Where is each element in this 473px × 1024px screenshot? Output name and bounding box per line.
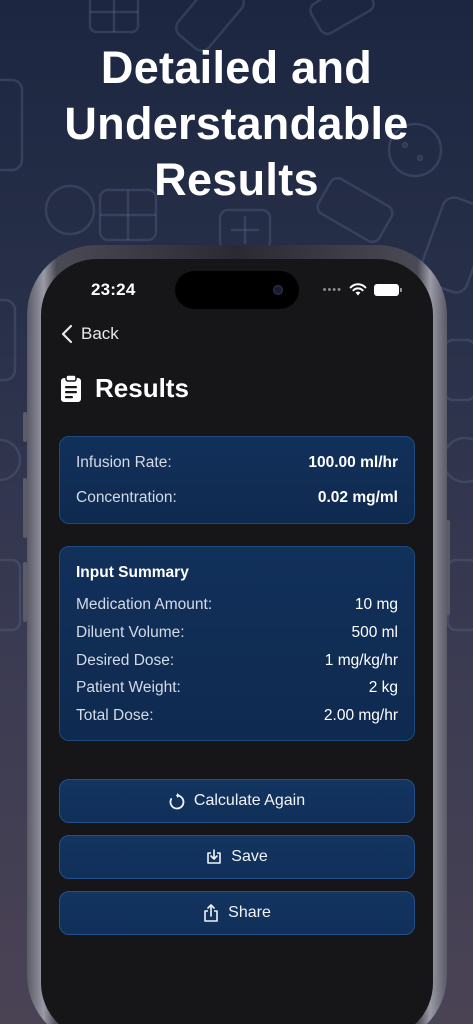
diluent-volume-value: 500 ml xyxy=(351,624,398,641)
patient-weight-label: Patient Weight: xyxy=(76,679,181,696)
headline-line-3: Results xyxy=(154,154,319,205)
share-button[interactable]: Share xyxy=(59,891,415,935)
infusion-rate-label: Infusion Rate: xyxy=(76,454,172,471)
phone-screen: 23:24 •••• Back Results Infusion Rate: 1 xyxy=(41,259,433,1024)
infusion-rate-value: 100.00 ml/hr xyxy=(308,454,398,471)
medication-amount-value: 10 mg xyxy=(354,596,398,613)
input-summary-title: Input Summary xyxy=(76,564,189,581)
summary-row-diluent-volume: Diluent Volume: 500 ml xyxy=(76,624,398,642)
summary-row-total-dose: Total Dose: 2.00 mg/hr xyxy=(76,707,398,725)
page-header: Results xyxy=(61,373,189,404)
concentration-label: Concentration: xyxy=(76,489,177,506)
calculate-again-button[interactable]: Calculate Again xyxy=(59,779,415,823)
total-dose-label: Total Dose: xyxy=(76,707,154,724)
chevron-left-icon xyxy=(61,324,73,344)
status-indicators: •••• xyxy=(322,283,402,296)
desired-dose-label: Desired Dose: xyxy=(76,652,175,669)
total-dose-value: 2.00 mg/hr xyxy=(323,707,398,724)
desired-dose-value: 1 mg/kg/hr xyxy=(324,652,398,669)
input-summary-card: Input Summary Medication Amount: 10 mg D… xyxy=(59,546,415,741)
headline-line-2: Understandable xyxy=(64,98,409,149)
page-title: Results xyxy=(95,373,189,403)
camera-icon xyxy=(273,285,283,295)
clipboard-icon xyxy=(61,375,81,402)
medication-amount-label: Medication Amount: xyxy=(76,596,213,613)
summary-row-patient-weight: Patient Weight: 2 kg xyxy=(76,679,398,697)
share-label: Share xyxy=(228,904,271,921)
status-time: 23:24 xyxy=(91,280,136,299)
patient-weight-value: 2 kg xyxy=(368,679,398,696)
save-button[interactable]: Save xyxy=(59,835,415,879)
results-card: Infusion Rate: 100.00 ml/hr Concentratio… xyxy=(59,436,415,524)
concentration-value: 0.02 mg/ml xyxy=(317,489,398,506)
dynamic-island xyxy=(175,271,299,309)
download-tray-icon xyxy=(207,849,222,864)
result-row-concentration: Concentration: 0.02 mg/ml xyxy=(76,489,398,507)
result-row-infusion-rate: Infusion Rate: 100.00 ml/hr xyxy=(76,454,398,472)
share-icon xyxy=(204,904,218,922)
calculate-again-label: Calculate Again xyxy=(193,792,306,809)
wifi-icon xyxy=(349,283,367,296)
headline-line-1: Detailed and xyxy=(100,42,373,93)
battery-icon xyxy=(374,283,402,296)
save-label: Save xyxy=(231,848,268,865)
back-button[interactable]: Back xyxy=(61,324,119,344)
refresh-icon xyxy=(169,792,185,809)
back-label: Back xyxy=(81,324,119,343)
signal-dots: •••• xyxy=(322,283,342,296)
diluent-volume-label: Diluent Volume: xyxy=(76,624,185,641)
summary-row-medication-amount: Medication Amount: 10 mg xyxy=(76,596,398,614)
marketing-headline: Detailed and Understandable Results xyxy=(0,40,473,208)
summary-row-desired-dose: Desired Dose: 1 mg/kg/hr xyxy=(76,652,398,670)
